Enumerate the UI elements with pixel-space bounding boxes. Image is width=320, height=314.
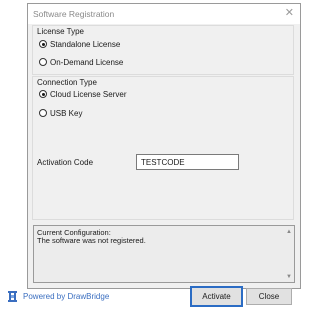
powered-by-label[interactable]: Powered by DrawBridge <box>23 292 109 301</box>
radio-icon-checked[interactable] <box>39 40 47 48</box>
close-button[interactable]: Close <box>246 288 292 305</box>
scroll-down-icon[interactable]: ▼ <box>286 274 292 280</box>
radio-label: Cloud License Server <box>50 89 127 99</box>
license-type-group: License Type Standalone License On-Deman… <box>32 25 294 75</box>
window-title: Software Registration <box>33 9 115 19</box>
radio-on-demand-license[interactable]: On-Demand License <box>39 56 123 68</box>
activation-code-input[interactable] <box>136 154 239 170</box>
radio-icon[interactable] <box>39 58 47 66</box>
connection-type-label: Connection Type <box>37 78 97 87</box>
drawbridge-logo-icon <box>8 291 17 302</box>
radio-icon[interactable] <box>39 109 47 117</box>
radio-label: Standalone License <box>50 39 121 49</box>
status-line-message: The software was not registered. <box>37 236 146 245</box>
license-type-label: License Type <box>37 27 84 36</box>
radio-icon-checked[interactable] <box>39 90 47 98</box>
radio-cloud-license-server[interactable]: Cloud License Server <box>39 88 126 100</box>
activate-button[interactable]: Activate <box>190 286 243 307</box>
activation-code-label: Activation Code <box>37 158 94 167</box>
scroll-up-icon[interactable]: ▲ <box>286 229 292 235</box>
close-icon[interactable]: ✕ <box>285 7 294 19</box>
registration-dialog: Software Registration ✕ License Type Sta… <box>27 3 301 289</box>
radio-usb-key[interactable]: USB Key <box>39 107 82 119</box>
radio-label: USB Key <box>50 108 83 118</box>
title-bar: Software Registration ✕ <box>28 4 300 24</box>
connection-type-group: Connection Type Cloud License Server USB… <box>32 76 294 220</box>
status-text: Current Configuration: The software was … <box>37 229 146 245</box>
radio-standalone-license[interactable]: Standalone License <box>39 38 120 50</box>
powered-by-link[interactable]: Powered by DrawBridge <box>8 291 109 302</box>
status-box: Current Configuration: The software was … <box>33 225 295 283</box>
radio-label: On-Demand License <box>50 57 124 67</box>
